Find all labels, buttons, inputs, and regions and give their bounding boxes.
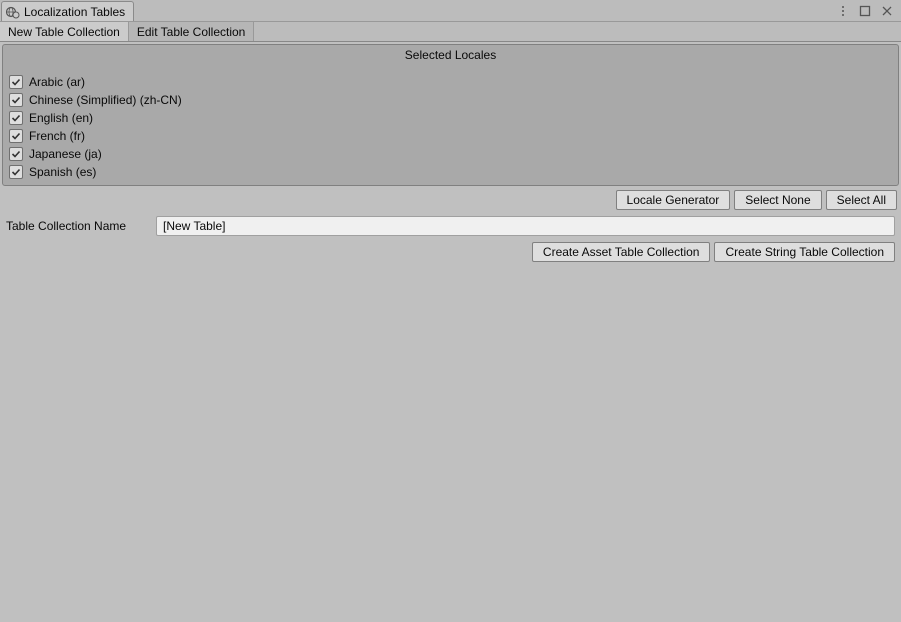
table-collection-name-input[interactable] [156, 216, 895, 236]
table-collection-name-label: Table Collection Name [6, 219, 136, 233]
create-buttons-row: Create Asset Table Collection Create Str… [2, 238, 899, 266]
window-tab[interactable]: Localization Tables [1, 1, 134, 21]
locale-checkbox[interactable] [9, 111, 23, 125]
window-title-bar: Localization Tables [0, 0, 901, 22]
selected-locales-panel: Selected Locales Arabic (ar) Chinese (Sim… [2, 44, 899, 186]
locale-label: French (fr) [29, 129, 85, 143]
locales-list: Arabic (ar) Chinese (Simplified) (zh-CN) E… [3, 65, 898, 185]
window-controls [835, 0, 901, 21]
panel-header: Selected Locales [3, 45, 898, 65]
localization-icon [6, 5, 20, 19]
locale-checkbox[interactable] [9, 75, 23, 89]
tab-label: Edit Table Collection [137, 25, 246, 39]
close-icon[interactable] [879, 3, 895, 19]
select-all-button[interactable]: Select All [826, 190, 897, 210]
select-none-button[interactable]: Select None [734, 190, 821, 210]
locale-label: Spanish (es) [29, 165, 96, 179]
tab-new-table-collection[interactable]: New Table Collection [0, 22, 129, 41]
locale-row: French (fr) [9, 127, 892, 145]
content-area: Selected Locales Arabic (ar) Chinese (Sim… [0, 42, 901, 268]
window-title: Localization Tables [24, 5, 125, 19]
locale-checkbox[interactable] [9, 129, 23, 143]
locale-checkbox[interactable] [9, 165, 23, 179]
locale-row: Chinese (Simplified) (zh-CN) [9, 91, 892, 109]
locale-row: Japanese (ja) [9, 145, 892, 163]
maximize-icon[interactable] [857, 3, 873, 19]
table-name-row: Table Collection Name [2, 214, 899, 238]
subtab-bar: New Table Collection Edit Table Collecti… [0, 22, 901, 42]
locale-label: Japanese (ja) [29, 147, 102, 161]
locale-checkbox[interactable] [9, 147, 23, 161]
window-menu-icon[interactable] [835, 3, 851, 19]
create-asset-table-button[interactable]: Create Asset Table Collection [532, 242, 711, 262]
locale-row: Spanish (es) [9, 163, 892, 181]
locale-label: Chinese (Simplified) (zh-CN) [29, 93, 182, 107]
locale-buttons-row: Locale Generator Select None Select All [2, 186, 899, 214]
locale-label: Arabic (ar) [29, 75, 85, 89]
tab-edit-table-collection[interactable]: Edit Table Collection [129, 22, 255, 41]
tab-label: New Table Collection [8, 25, 120, 39]
locale-generator-button[interactable]: Locale Generator [616, 190, 731, 210]
create-string-table-button[interactable]: Create String Table Collection [714, 242, 895, 262]
locale-checkbox[interactable] [9, 93, 23, 107]
locale-row: English (en) [9, 109, 892, 127]
locale-row: Arabic (ar) [9, 73, 892, 91]
locale-label: English (en) [29, 111, 93, 125]
